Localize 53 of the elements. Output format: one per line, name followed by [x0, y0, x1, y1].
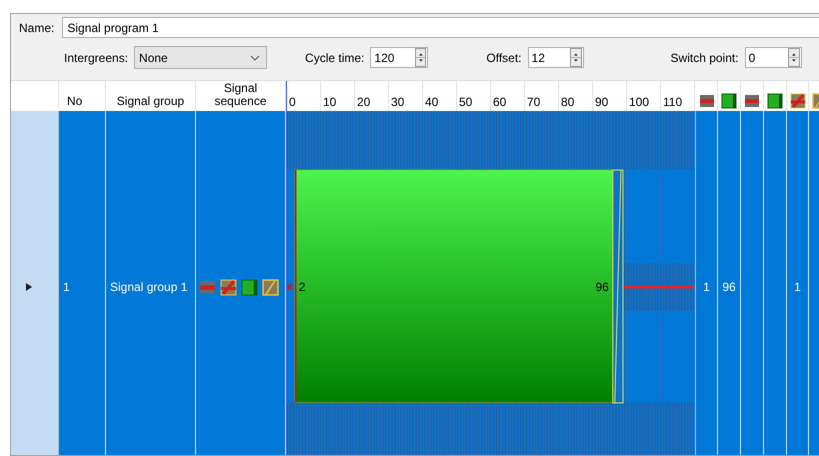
go-signal-icon	[241, 278, 258, 296]
spin-button[interactable]	[788, 48, 800, 67]
cycle-time-field[interactable]: 120	[374, 50, 415, 64]
stop-signal-icon	[698, 93, 714, 109]
time-tick-label: 70	[527, 95, 540, 109]
stop-signal-icon	[744, 93, 760, 109]
time-tick-label: 0	[289, 95, 296, 109]
prepare-signal-icon	[220, 278, 237, 296]
table-cell: 1	[703, 280, 710, 294]
time-tick-label: 100	[629, 95, 650, 109]
go-signal-icon	[767, 93, 783, 109]
phase-start-label: 2	[298, 280, 306, 294]
phase-end-label: 96	[596, 280, 609, 294]
time-tick-label: 10	[323, 95, 336, 109]
table-cell: 96	[722, 280, 736, 294]
current-row-icon	[26, 283, 32, 291]
spin-button[interactable]	[570, 48, 582, 67]
stop-phase-line	[624, 286, 694, 288]
field-label: Cycle time:	[305, 50, 364, 64]
prepare-signal-icon	[790, 93, 806, 109]
spin-box[interactable]: 0	[744, 47, 802, 68]
table-cell: Signal group 1	[110, 280, 188, 294]
field-label: Switch point:	[670, 50, 739, 64]
table-cell: 1	[794, 280, 801, 294]
intergreens-dropdown[interactable]: None	[134, 46, 268, 69]
caution-signal-icon	[262, 278, 279, 296]
field-label: Offset:	[486, 50, 522, 64]
time-tick-label: 20	[357, 95, 370, 109]
name-field[interactable]: Signal program 1	[67, 20, 819, 34]
column-header[interactable]: No	[67, 95, 82, 108]
dropdown-value: None	[139, 50, 168, 64]
spin-button[interactable]	[414, 48, 426, 67]
table-cell: 1	[63, 280, 70, 294]
time-tick-label: 90	[595, 95, 608, 109]
name-box[interactable]: Signal program 1	[62, 17, 819, 38]
switch-point-field[interactable]: 0	[748, 50, 788, 64]
field-label: Name:	[19, 20, 54, 34]
spin-box[interactable]: 120	[370, 47, 428, 68]
time-tick-label: 80	[561, 95, 574, 109]
column-header[interactable]: Signal group	[116, 95, 184, 108]
time-tick-label: 110	[663, 95, 682, 109]
caret-icon	[250, 54, 260, 60]
column-header[interactable]: Signal sequence	[214, 82, 267, 108]
cross-icon	[287, 283, 293, 291]
time-tick-label: 40	[425, 95, 438, 109]
spin-box[interactable]: 12	[528, 47, 584, 68]
time-tick-label: 60	[493, 95, 506, 109]
go-signal-icon	[721, 93, 737, 109]
stop-signal-icon	[199, 278, 216, 296]
time-tick-label: 50	[459, 95, 472, 109]
field-label: Intergreens:	[64, 50, 128, 64]
time-tick-label: 30	[391, 95, 404, 109]
offset-field[interactable]: 12	[532, 50, 570, 64]
